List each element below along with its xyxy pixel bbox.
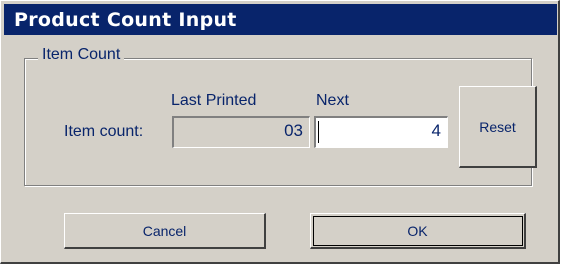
ok-button[interactable]: OK [310,213,526,249]
last-printed-field: 03 [172,116,310,148]
ok-button-label: OK [407,222,428,239]
last-printed-header: Last Printed [171,92,257,109]
next-count-value: 4 [431,121,441,140]
window-title: Product Count Input [14,9,237,31]
reset-button[interactable]: Reset [459,86,537,168]
cancel-button-label: Cancel [142,222,187,239]
text-caret [318,121,319,143]
next-header: Next [316,92,349,109]
title-bar[interactable]: Product Count Input [4,4,557,35]
group-label: Item Count [38,46,125,64]
next-count-input[interactable]: 4 [314,116,448,148]
reset-button-label: Reset [479,118,516,135]
cancel-button[interactable]: Cancel [64,213,266,249]
last-printed-value: 03 [284,121,303,140]
item-count-label: Item count: [64,123,144,140]
